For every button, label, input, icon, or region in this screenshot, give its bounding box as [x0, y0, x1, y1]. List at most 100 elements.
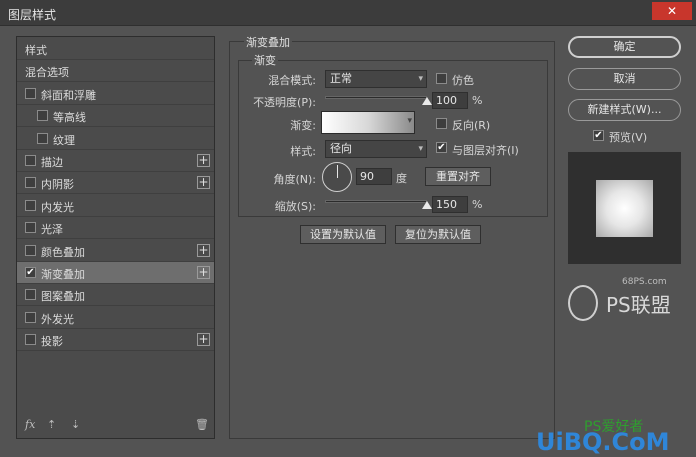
group-title-gradient-overlay: 渐变叠加 — [244, 34, 292, 50]
dither-checkbox[interactable] — [436, 73, 447, 84]
preview-box — [568, 152, 681, 264]
style-select[interactable]: 径向 ▾ — [325, 140, 427, 158]
watermark-brand: PS联盟 — [606, 293, 671, 317]
opacity-slider-track[interactable] — [325, 96, 427, 99]
style-list-item[interactable]: 内阴影 + — [17, 172, 214, 195]
style-list-item[interactable]: 投影 + — [17, 329, 214, 352]
align-with-layer-label: 与图层对齐(I) — [452, 144, 519, 157]
style-item-checkbox[interactable]: ✔ — [25, 267, 36, 278]
style-list-item[interactable]: ✔ 渐变叠加 + — [17, 262, 214, 284]
add-effect-icon[interactable]: + — [197, 154, 210, 167]
style-item-checkbox[interactable] — [25, 155, 36, 166]
add-effect-icon[interactable]: + — [197, 243, 210, 257]
style-list-item[interactable]: 内发光 — [17, 195, 214, 217]
scale-unit: % — [472, 198, 483, 211]
watermark-site: 68PS.com — [622, 277, 667, 287]
style-list-item[interactable]: 混合选项 — [17, 60, 214, 83]
check-icon: ✔ — [26, 267, 35, 278]
reset-align-button[interactable]: 重置对齐 — [425, 167, 491, 186]
add-effect-icon[interactable]: + — [197, 176, 210, 190]
close-button[interactable]: ✕ — [652, 2, 692, 20]
set-default-button[interactable]: 设置为默认值 — [300, 225, 386, 244]
style-list-item[interactable]: 外发光 — [17, 307, 214, 329]
styles-list-footer: fx ⇡ ⇣ 🗑 — [17, 412, 214, 438]
style-list-item[interactable]: 光泽 — [17, 217, 214, 240]
scale-slider-handle[interactable] — [422, 201, 432, 209]
style-item-label: 内阴影 — [41, 178, 74, 192]
style-item-checkbox[interactable] — [25, 199, 36, 211]
angle-needle — [337, 165, 338, 178]
gradient-swatch[interactable]: ▾ — [321, 111, 415, 134]
style-item-label: 外发光 — [41, 312, 74, 326]
style-list-item[interactable]: 图案叠加 — [17, 284, 214, 307]
scale-slider-track[interactable] — [325, 200, 427, 203]
style-item-label: 渐变叠加 — [41, 268, 85, 281]
scale-input[interactable]: 150 — [432, 196, 468, 213]
style-list-item[interactable]: 等高线 — [17, 105, 214, 128]
style-list-item[interactable]: 颜色叠加 + — [17, 240, 214, 262]
angle-input[interactable]: 90 — [356, 168, 392, 185]
watermark-uibq: UiBQ.CoM — [536, 428, 670, 456]
check-icon: ✔ — [437, 142, 446, 153]
style-item-checkbox[interactable] — [37, 110, 48, 122]
window-title: 图层样式 — [8, 8, 57, 22]
style-item-label: 混合选项 — [25, 66, 69, 80]
style-list-item[interactable]: 描边 + — [17, 150, 214, 172]
chevron-down-icon: ▾ — [418, 74, 423, 84]
style-item-checkbox[interactable] — [25, 311, 36, 323]
style-item-label: 等高线 — [53, 111, 86, 125]
watermark-logo-icon — [568, 285, 598, 321]
reverse-checkbox[interactable] — [436, 118, 447, 129]
style-item-checkbox[interactable] — [25, 177, 36, 189]
style-item-checkbox[interactable] — [25, 222, 36, 234]
close-icon: ✕ — [666, 4, 678, 18]
style-item-label: 样式 — [25, 44, 47, 57]
style-list-item[interactable]: 斜面和浮雕 — [17, 83, 214, 105]
blend-mode-value: 正常 — [330, 72, 352, 85]
ok-button[interactable]: 确定 — [568, 36, 681, 58]
style-item-label: 光泽 — [41, 223, 63, 237]
angle-dial[interactable] — [322, 162, 352, 192]
check-icon: ✔ — [594, 130, 603, 141]
trash-icon[interactable]: 🗑 — [195, 418, 209, 431]
style-item-checkbox[interactable] — [25, 244, 36, 256]
add-effect-icon[interactable]: + — [197, 333, 210, 347]
title-bar: 图层样式 ✕ — [0, 0, 696, 26]
angle-unit: 度 — [396, 172, 407, 185]
style-item-label: 投影 — [41, 335, 63, 349]
blend-mode-select[interactable]: 正常 ▾ — [325, 70, 427, 88]
style-list-item[interactable]: 样式 — [17, 38, 214, 60]
new-style-button[interactable]: 新建样式(W)... — [568, 99, 681, 121]
reset-default-button[interactable]: 复位为默认值 — [395, 225, 481, 244]
add-effect-icon[interactable]: + — [197, 266, 210, 279]
reverse-label: 反向(R) — [452, 119, 491, 132]
style-value: 径向 — [330, 142, 352, 155]
chevron-down-icon: ▾ — [418, 144, 423, 154]
style-item-label: 纹理 — [53, 133, 75, 147]
styles-list: 样式混合选项斜面和浮雕等高线纹理描边 + 内阴影 + 内发光光泽颜色叠加 + ✔ 渐变叠加 + 图… — [16, 36, 215, 439]
move-down-icon[interactable]: ⇣ — [71, 418, 80, 431]
preview-label: 预览(V) — [609, 131, 648, 144]
style-item-checkbox[interactable] — [25, 87, 36, 99]
opacity-input[interactable]: 100 — [432, 92, 468, 109]
style-item-checkbox[interactable] — [37, 132, 48, 144]
align-with-layer-checkbox[interactable]: ✔ — [436, 142, 447, 153]
style-item-checkbox[interactable] — [25, 289, 36, 301]
style-item-label: 内发光 — [41, 200, 74, 214]
style-list-item[interactable]: 纹理 — [17, 128, 214, 150]
angle-label: 角度(N): — [273, 173, 316, 186]
style-item-label: 颜色叠加 — [41, 245, 85, 259]
chevron-down-icon: ▾ — [407, 116, 412, 126]
cancel-button[interactable]: 取消 — [568, 68, 681, 90]
style-item-label: 描边 — [41, 156, 63, 169]
opacity-unit: % — [472, 94, 483, 107]
style-item-checkbox[interactable] — [25, 334, 36, 346]
scale-label: 缩放(S): — [274, 200, 316, 213]
gradient-label: 渐变: — [290, 119, 316, 132]
preview-checkbox[interactable]: ✔ — [593, 130, 604, 141]
sub-group-title-gradient: 渐变 — [252, 52, 278, 68]
opacity-slider-handle[interactable] — [422, 97, 432, 105]
fx-icon[interactable]: fx — [25, 418, 35, 431]
move-up-icon[interactable]: ⇡ — [47, 418, 56, 431]
blend-mode-label: 混合模式: — [268, 74, 316, 87]
